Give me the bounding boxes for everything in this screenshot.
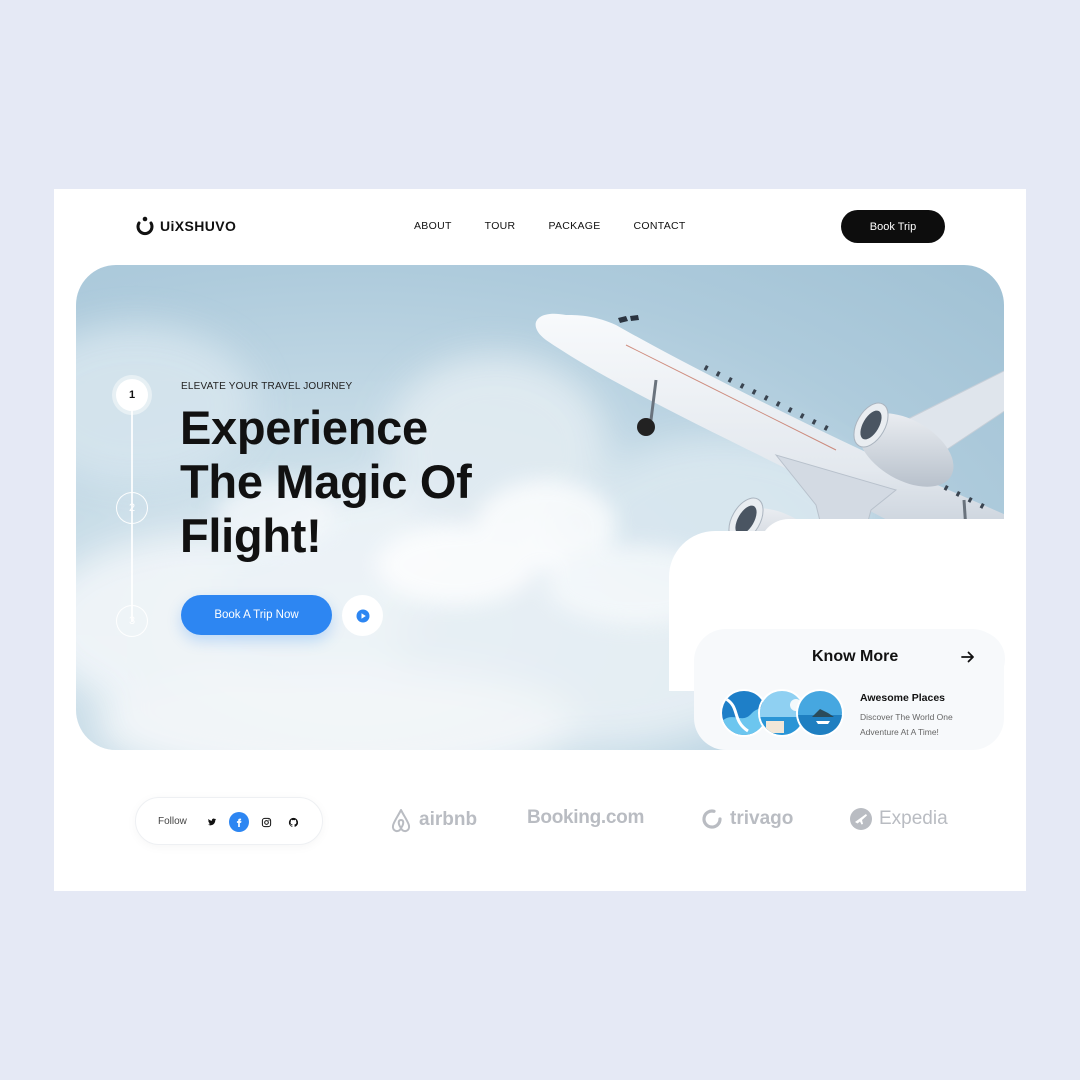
brand-trivago: trivago [700,807,793,831]
headline-line-1: Experience [180,401,428,454]
nav-tour[interactable]: TOUR [485,220,516,232]
awesome-places-title: Awesome Places [860,692,946,704]
place-thumbnail-3[interactable] [796,689,844,737]
brand-expedia: Expedia [849,807,948,831]
brand-expedia-text: Expedia [879,808,948,829]
hero-headline: Experience The Magic Of Flight! [180,401,540,563]
book-a-trip-now-button[interactable]: Book A Trip Now [181,595,332,635]
nav-about[interactable]: ABOUT [414,220,452,232]
brand-trivago-text: trivago [730,808,794,829]
brand-airbnb-text: airbnb [419,809,478,830]
facebook-icon[interactable] [229,812,249,832]
trivago-logo-icon [702,809,722,829]
logo-mark-icon [136,216,154,236]
github-icon[interactable] [283,812,303,832]
play-icon [356,609,369,622]
logo-text: UiXSHUVO [160,218,237,234]
brand-airbnb: airbnb [389,807,477,833]
place-thumbnails [720,689,850,739]
nav-contact[interactable]: CONTACT [634,220,686,232]
logo[interactable]: UiXSHUVO [135,215,236,237]
nav-package[interactable]: PACKAGE [548,220,600,232]
hero-eyebrow: ELEVATE YOUR TRAVEL JOURNEY [181,381,353,392]
book-trip-button[interactable]: Book Trip [841,210,945,243]
awesome-places-description: Discover The World One Adventure At A Ti… [860,712,953,737]
know-more-title[interactable]: Know More [812,648,898,666]
brand-booking: Booking.com [527,807,644,829]
know-more-cutout-top [759,519,1019,559]
airbnb-logo-icon [391,809,411,833]
headline-line-2: The Magic Of [180,455,472,508]
instagram-icon[interactable] [256,812,276,832]
brand-booking-text: Booking.com [527,807,645,828]
step-3[interactable]: 3 [116,605,148,637]
main-nav: ABOUT TOUR PACKAGE CONTACT [414,220,686,232]
follow-label: Follow [158,816,187,827]
arrow-right-icon[interactable] [960,649,976,665]
landing-page-card: UiXSHUVO ABOUT TOUR PACKAGE CONTACT Book… [54,189,1026,891]
expedia-logo-icon [850,808,872,830]
play-video-button[interactable] [342,595,383,636]
step-2[interactable]: 2 [116,492,148,524]
step-1[interactable]: 1 [116,379,148,411]
headline-line-3: Flight! [180,509,322,562]
follow-bar: Follow [135,797,323,845]
twitter-icon[interactable] [202,812,222,832]
